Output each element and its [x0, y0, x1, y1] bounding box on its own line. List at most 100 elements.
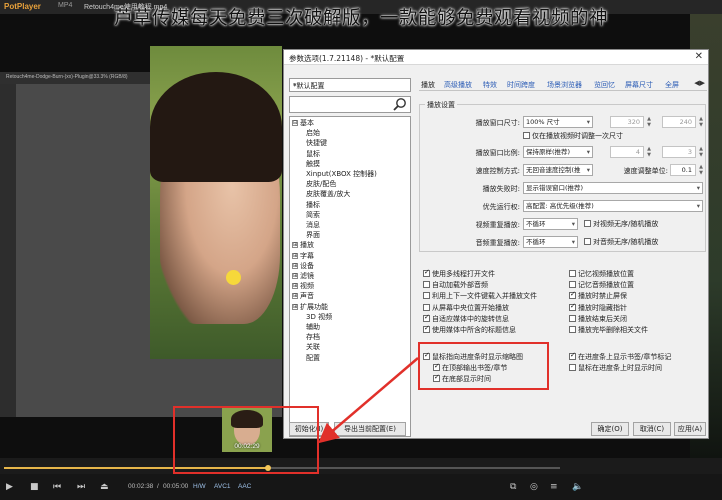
- volume-icon[interactable]: 🔈: [572, 482, 583, 492]
- expand-icon[interactable]: ⊞: [292, 283, 298, 290]
- option-checkbox[interactable]: 播放时禁止屏保: [569, 290, 627, 301]
- option-checkbox[interactable]: 从屏幕中央位置开始播放: [423, 303, 509, 313]
- option-checkbox[interactable]: 利用上下一文件键载入并播放文件: [423, 292, 537, 301]
- option-checkbox[interactable]: 记忆视频播放位置: [569, 270, 634, 279]
- playlist-icon[interactable]: ≡: [550, 482, 558, 492]
- aspect-select[interactable]: 保持原样(推荐) ▾: [523, 146, 593, 158]
- height-spinner-icon[interactable]: ▲ ▼: [697, 116, 705, 128]
- tree-item[interactable]: 快捷键: [306, 139, 327, 147]
- seekbar-hover-time-label: 鼠标在进度条上时显示时间: [578, 364, 662, 372]
- window-height-input[interactable]: 240: [662, 116, 696, 128]
- close-icon[interactable]: ✕: [695, 51, 703, 62]
- tree-item[interactable]: 皮肤/配色: [306, 180, 336, 188]
- aspect-a-input[interactable]: 4: [610, 146, 644, 158]
- speed-unit-spinner-icon[interactable]: ▲ ▼: [697, 164, 705, 176]
- option-checkbox[interactable]: 使用多线程打开文件: [423, 268, 495, 279]
- expand-icon[interactable]: ⊞: [292, 293, 298, 300]
- tree-item[interactable]: ⊞ 扩展功能: [292, 303, 328, 311]
- dialog-titlebar[interactable]: 参数选项(1.7.21148) - *默认配置 ✕: [284, 50, 708, 65]
- expand-icon[interactable]: ⊞: [292, 262, 298, 269]
- export-config-button[interactable]: 导出当前配置(E): [334, 422, 406, 436]
- tree-item[interactable]: ⊞ 播放: [292, 241, 314, 249]
- speed-select[interactable]: 无回音速度控制(推 ▾: [523, 164, 593, 176]
- cancel-button[interactable]: 取消(C): [633, 422, 671, 436]
- window-size-select[interactable]: 100% 尺寸 ▾: [523, 116, 593, 128]
- video-repeat-select[interactable]: 不循环 ▾: [523, 218, 578, 230]
- window-width-input[interactable]: 320: [610, 116, 644, 128]
- tab-advanced-play[interactable]: 高级播放: [444, 80, 472, 90]
- expand-icon[interactable]: ⊞: [292, 242, 298, 249]
- keep-size-checkbox[interactable]: 仅在播放视频时调整一次尺寸: [523, 132, 623, 141]
- tree-item[interactable]: 皮肤覆盖/放大: [306, 190, 350, 198]
- tree-item[interactable]: 配置: [306, 354, 320, 362]
- seekbar-hover-time-checkbox[interactable]: 鼠标在进度条上时显示时间: [569, 364, 662, 373]
- option-checkbox[interactable]: 自适应媒体中的旋转信息: [423, 313, 509, 324]
- tab-time-span[interactable]: 时间跨度: [507, 80, 535, 90]
- play-icon[interactable]: ▶: [6, 482, 13, 492]
- failure-select[interactable]: 显示错误窗口(推荐) ▾: [523, 182, 703, 194]
- aspect-b-input[interactable]: 3: [662, 146, 696, 158]
- preset-select[interactable]: *默认配置 ▾: [289, 78, 411, 92]
- tree-item[interactable]: 触摸: [306, 160, 320, 168]
- tree-item[interactable]: ⊟ 基本: [292, 119, 314, 127]
- eject-icon[interactable]: ⏏: [100, 482, 109, 492]
- audio-shuffle-checkbox[interactable]: 对音频无序/随机播放: [584, 238, 658, 247]
- tree-item[interactable]: 简索: [306, 211, 320, 219]
- tree-item[interactable]: ⊞ 设备: [292, 262, 314, 270]
- audio-codec-badge[interactable]: AAC: [238, 483, 251, 490]
- tree-item[interactable]: ⊞ 视频: [292, 282, 314, 290]
- option-checkbox[interactable]: 自动加载外部音频: [423, 281, 488, 290]
- speed-unit-input[interactable]: 0.1: [670, 164, 696, 176]
- collapse-icon[interactable]: ⊟: [292, 120, 298, 126]
- seekbar-bookmark-marks-checkbox[interactable]: 在进度条上显示书签/章节标记: [569, 351, 671, 362]
- option-checkbox[interactable]: 播放完毕删除相关文件: [569, 326, 648, 335]
- previous-icon[interactable]: ⏮: [53, 482, 61, 492]
- expand-icon[interactable]: ⊞: [292, 252, 298, 259]
- tab-recall[interactable]: 览回忆: [594, 80, 615, 90]
- tree-item[interactable]: 辅助: [306, 323, 320, 331]
- tab-effects[interactable]: 特效: [483, 80, 497, 90]
- next-icon[interactable]: ⏭: [77, 482, 85, 492]
- stop-icon[interactable]: ■: [30, 482, 39, 492]
- video-codec-badge[interactable]: AVC1: [214, 483, 231, 490]
- aspect-a-spinner-icon[interactable]: ▲ ▼: [645, 146, 653, 158]
- window-size-label: 播放窗口尺寸:: [475, 119, 520, 127]
- tab-scroll-arrows[interactable]: ◀▶: [694, 79, 705, 87]
- tree-item[interactable]: 消息: [306, 221, 320, 229]
- tab-scene-browser[interactable]: 场景浏览器: [547, 80, 582, 90]
- tree-item[interactable]: 启始: [306, 129, 320, 137]
- tab-fullscreen[interactable]: 全屏: [665, 80, 679, 90]
- priority-select[interactable]: 高配置: 高优先级(推荐) ▾: [523, 200, 703, 212]
- search-icon[interactable]: [392, 97, 408, 112]
- tree-item[interactable]: 鼠标: [306, 150, 320, 158]
- tree-item[interactable]: Xinput(XBOX 控制器): [306, 170, 377, 178]
- seekbar[interactable]: [0, 464, 722, 472]
- tree-item[interactable]: 界面: [306, 231, 320, 239]
- tab-screen-size[interactable]: 屏幕尺寸: [625, 80, 653, 90]
- aspect-b-spinner-icon[interactable]: ▲ ▼: [697, 146, 705, 158]
- apply-button[interactable]: 应用(A): [674, 422, 706, 436]
- ok-button[interactable]: 确定(O): [591, 422, 629, 436]
- tab-play[interactable]: 播放: [421, 80, 435, 90]
- option-checkbox[interactable]: 记忆音频播放位置: [569, 281, 634, 290]
- tree-item[interactable]: 关联: [306, 343, 320, 351]
- option-checkbox[interactable]: 播放时隐藏指针: [569, 302, 627, 313]
- option-checkbox[interactable]: 播放结束后关闭: [569, 314, 627, 324]
- settings-search-input[interactable]: [289, 96, 411, 113]
- chevron-down-icon: ▾: [696, 184, 700, 192]
- capture-icon[interactable]: ⧉: [510, 482, 516, 492]
- width-spinner-icon[interactable]: ▲ ▼: [645, 116, 653, 128]
- expand-icon[interactable]: ⊞: [292, 273, 298, 279]
- expand-icon[interactable]: ⊞: [292, 303, 298, 310]
- hw-badge[interactable]: H/W: [193, 483, 206, 490]
- vr-icon[interactable]: ◎: [530, 482, 538, 492]
- tree-item[interactable]: 存档: [306, 333, 320, 341]
- tree-item[interactable]: ⊞ 声音: [292, 292, 314, 300]
- tree-item[interactable]: 播标: [306, 201, 320, 209]
- tree-item[interactable]: ⊞ 字幕: [292, 252, 314, 260]
- tree-item[interactable]: ⊞ 滤镜: [292, 272, 314, 280]
- video-shuffle-checkbox[interactable]: 对视频无序/随机播放: [584, 220, 658, 229]
- audio-repeat-select[interactable]: 不循环 ▾: [523, 236, 578, 248]
- tree-item[interactable]: 3D 视频: [306, 313, 332, 321]
- option-checkbox[interactable]: 使用媒体中所含的标题信息: [423, 324, 516, 335]
